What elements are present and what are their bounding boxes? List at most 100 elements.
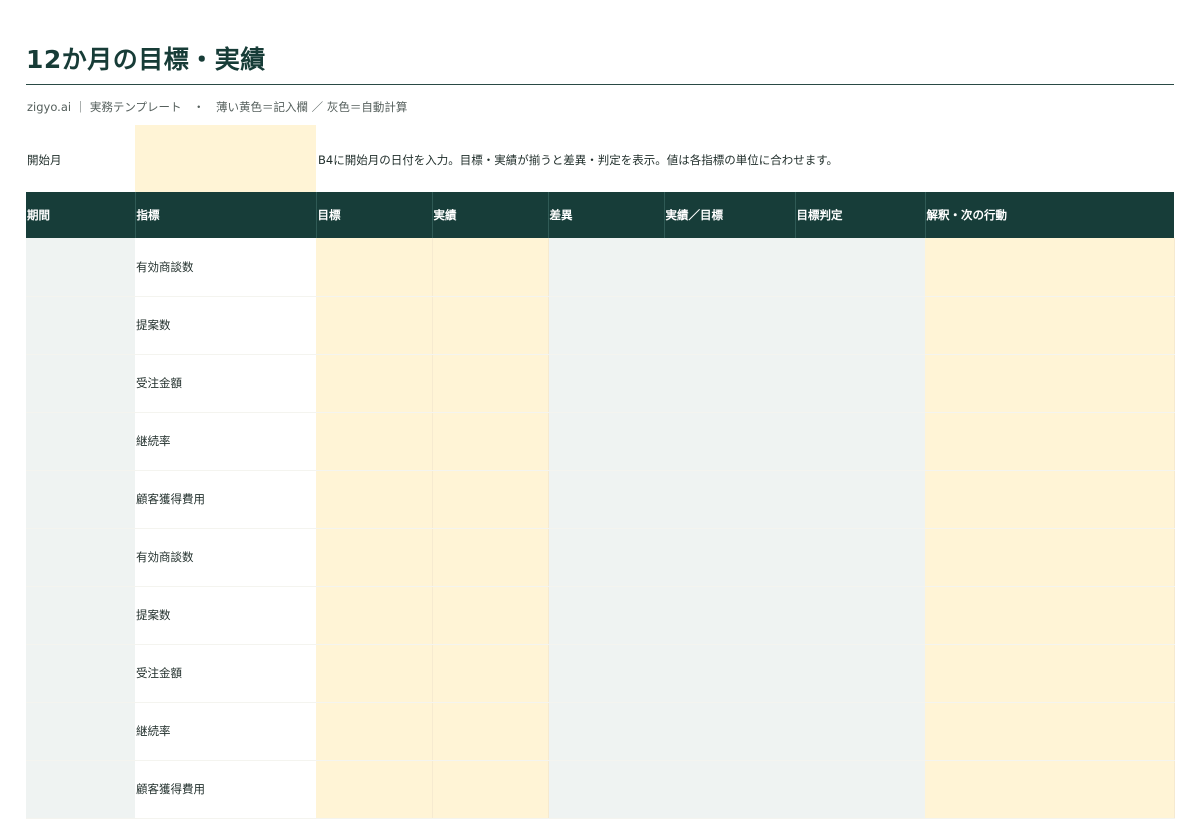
action-input-cell[interactable] (925, 528, 1175, 587)
header-diff: 差異 (548, 192, 665, 238)
judge-cell (795, 644, 925, 703)
metric-cell: 受注金額 (135, 354, 316, 413)
diff-cell (548, 238, 664, 297)
period-cell (26, 760, 135, 819)
judge-cell (795, 470, 925, 529)
diff-cell (548, 354, 664, 413)
table-row: 顧客獲得費用 (26, 470, 1175, 529)
ratio-cell (664, 238, 795, 297)
metric-cell: 提案数 (135, 586, 316, 645)
header-judge: 目標判定 (795, 192, 926, 238)
period-cell (26, 644, 135, 703)
target-input-cell[interactable] (316, 528, 433, 587)
period-cell (26, 412, 135, 471)
action-input-cell[interactable] (925, 354, 1175, 413)
metric-cell: 継続率 (135, 702, 316, 761)
actual-input-cell[interactable] (432, 412, 549, 471)
metric-cell: 顧客獲得費用 (135, 760, 316, 819)
actual-input-cell[interactable] (432, 238, 549, 297)
actual-input-cell[interactable] (432, 760, 549, 819)
table-body: 有効商談数 提案数 受注金額 継続率 顧客獲得費用 有効商談数 提案数 受注金額 継続率 顧客獲得… (26, 238, 1175, 819)
diff-cell (548, 470, 664, 529)
diff-cell (548, 702, 664, 761)
header-target: 目標 (316, 192, 433, 238)
actual-input-cell[interactable] (432, 354, 549, 413)
target-input-cell[interactable] (316, 470, 433, 529)
metric-cell: 受注金額 (135, 644, 316, 703)
period-cell (26, 528, 135, 587)
action-input-cell[interactable] (925, 702, 1175, 761)
action-input-cell[interactable] (925, 470, 1175, 529)
target-input-cell[interactable] (316, 702, 433, 761)
ratio-cell (664, 528, 795, 587)
actual-input-cell[interactable] (432, 470, 549, 529)
actual-input-cell[interactable] (432, 528, 549, 587)
target-input-cell[interactable] (316, 412, 433, 471)
judge-cell (795, 586, 925, 645)
diff-cell (548, 586, 664, 645)
ratio-cell (664, 412, 795, 471)
judge-cell (795, 296, 925, 355)
judge-cell (795, 412, 925, 471)
diff-cell (548, 296, 664, 355)
metric-cell: 提案数 (135, 296, 316, 355)
target-actual-table: 期間 指標 目標 実績 差異 実績／目標 目標判定 解釈・次の行動 有効商談数提… (26, 192, 1175, 819)
start-month-label: 開始月 (27, 153, 62, 167)
ratio-cell (664, 354, 795, 413)
table-row: 受注金額 (26, 354, 1175, 413)
start-month-row: 開始月 B4に開始月の日付を入力。目標・実績が揃うと差異・判定を表示。値は各指標… (26, 125, 1174, 192)
table-header-row: 期間 指標 目標 実績 差異 実績／目標 目標判定 解釈・次の行動 (26, 192, 1174, 238)
header-metric: 指標 (135, 192, 317, 238)
actual-input-cell[interactable] (432, 702, 549, 761)
ratio-cell (664, 644, 795, 703)
target-input-cell[interactable] (316, 760, 433, 819)
ratio-cell (664, 470, 795, 529)
target-input-cell[interactable] (316, 238, 433, 297)
target-input-cell[interactable] (316, 296, 433, 355)
table-row: 提案数 (26, 586, 1175, 645)
period-cell (26, 470, 135, 529)
action-input-cell[interactable] (925, 760, 1175, 819)
action-input-cell[interactable] (925, 238, 1175, 297)
actual-input-cell[interactable] (432, 644, 549, 703)
judge-cell (795, 238, 925, 297)
header-ratio: 実績／目標 (664, 192, 796, 238)
header-period: 期間 (26, 192, 136, 238)
table-row: 継続率 (26, 702, 1175, 761)
action-input-cell[interactable] (925, 296, 1175, 355)
period-cell (26, 586, 135, 645)
title-divider (26, 84, 1174, 85)
actual-input-cell[interactable] (432, 586, 549, 645)
actual-input-cell[interactable] (432, 296, 549, 355)
ratio-cell (664, 586, 795, 645)
diff-cell (548, 644, 664, 703)
metric-cell: 顧客獲得費用 (135, 470, 316, 529)
metric-cell: 有効商談数 (135, 238, 316, 297)
header-actual: 実績 (432, 192, 549, 238)
action-input-cell[interactable] (925, 644, 1175, 703)
table-row: 受注金額 (26, 644, 1175, 703)
judge-cell (795, 702, 925, 761)
action-input-cell[interactable] (925, 412, 1175, 471)
period-cell (26, 702, 135, 761)
judge-cell (795, 760, 925, 819)
period-cell (26, 238, 135, 297)
header-action: 解釈・次の行動 (925, 192, 1174, 238)
start-month-input[interactable] (135, 125, 316, 192)
diff-cell (548, 412, 664, 471)
action-input-cell[interactable] (925, 586, 1175, 645)
target-input-cell[interactable] (316, 354, 433, 413)
ratio-cell (664, 702, 795, 761)
page-title: 12か月の目標・実績 (26, 45, 266, 74)
table-row: 有効商談数 (26, 528, 1175, 587)
judge-cell (795, 528, 925, 587)
target-input-cell[interactable] (316, 586, 433, 645)
metric-cell: 継続率 (135, 412, 316, 471)
table-row: 顧客獲得費用 (26, 760, 1175, 819)
judge-cell (795, 354, 925, 413)
page-subtitle: zigyo.ai ｜ 実務テンプレート ・ 薄い黄色＝記入欄 ／ 灰色＝自動計算 (27, 100, 408, 114)
diff-cell (548, 528, 664, 587)
metric-cell: 有効商談数 (135, 528, 316, 587)
table-row: 提案数 (26, 296, 1175, 355)
target-input-cell[interactable] (316, 644, 433, 703)
